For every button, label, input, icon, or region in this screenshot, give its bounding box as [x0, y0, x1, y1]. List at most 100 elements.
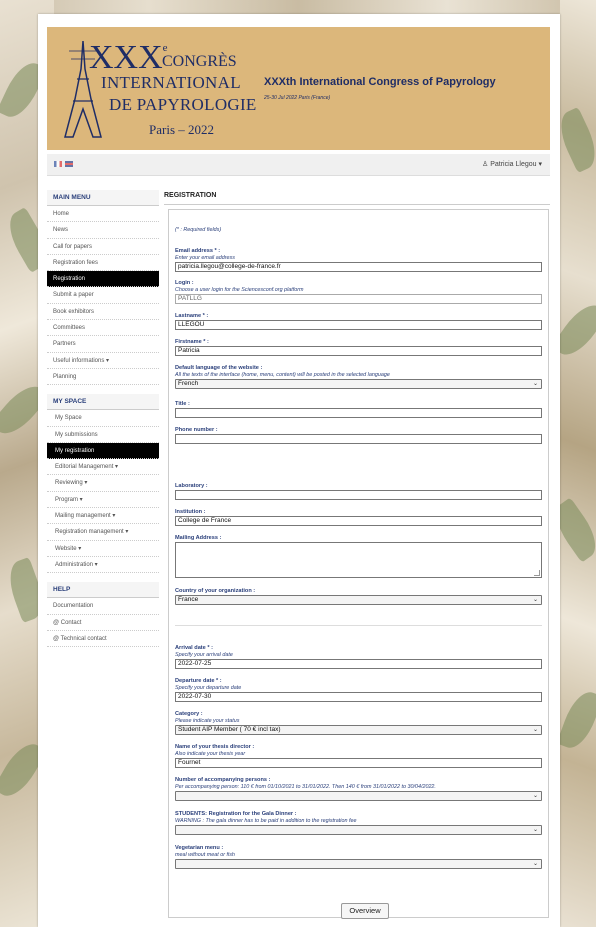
sidebar-item-book-exhibitors[interactable]: Book exhibitors — [47, 304, 159, 321]
sidebar-item-my-submissions[interactable]: My submissions — [47, 427, 159, 443]
chevron-down-icon: ⌄ — [532, 726, 538, 733]
congress-title[interactable]: XXXth International Congress of Papyrolo… — [264, 76, 496, 88]
sidebar-item-partners[interactable]: Partners — [47, 336, 159, 353]
accompanying-label: Number of accompanying persons : — [175, 777, 271, 783]
country-group: Country of your organization : France ⌄ — [175, 588, 542, 605]
vegetarian-label: Vegetarian menu : — [175, 845, 224, 851]
category-value: Student AIP Member ( 70 € incl tax) — [178, 725, 281, 733]
congress-dates: 25-30 Jul 2022 Paris (France) — [264, 95, 331, 101]
country-select[interactable]: France ⌄ — [175, 595, 542, 605]
language-hint: All the texts of the interface (home, me… — [175, 372, 390, 378]
title-field[interactable] — [175, 408, 542, 418]
phone-group: Phone number : — [175, 427, 542, 444]
language-value: French — [178, 379, 199, 387]
sidebar-item-program[interactable]: Program ▾ — [47, 492, 159, 509]
main-menu-list: Home News Call for papers Registration fees… — [47, 206, 159, 386]
uk-flag-icon[interactable] — [65, 161, 73, 167]
gala-label: STUDENTS: Registration for the Gala Dinn… — [175, 811, 297, 817]
vegetarian-select[interactable]: ⌄ — [175, 858, 542, 869]
laboratory-label: Laboratory : — [175, 483, 208, 489]
chevron-down-icon: ⌄ — [532, 792, 538, 799]
chevron-down-icon: ⌄ — [532, 597, 538, 603]
my-space-list: My Space My submissions My registration Edi… — [47, 410, 159, 574]
language-flags — [54, 161, 73, 167]
mailing-address-textarea[interactable] — [175, 542, 542, 578]
sidebar-item-committees[interactable]: Committees — [47, 320, 159, 337]
login-group: Login : Choose a user login for the Scie… — [175, 280, 542, 304]
chevron-down-icon: ⌄ — [532, 860, 538, 867]
required-note: (* : Required fields) — [175, 227, 222, 233]
overview-button[interactable]: Overview — [341, 903, 389, 919]
sidebar-item-useful-informations[interactable]: Useful informations ▾ — [47, 353, 159, 369]
institution-label: Institution : — [175, 509, 206, 515]
laboratory-group: Laboratory : — [175, 483, 542, 500]
french-flag-icon[interactable] — [54, 161, 62, 167]
user-menu[interactable]: ♙ Patricia Llegou ▾ — [482, 160, 542, 168]
accompanying-group: Number of accompanying persons : Per acc… — [175, 777, 542, 801]
accompanying-select[interactable]: ⌄ — [175, 790, 542, 801]
title-label: Title : — [175, 401, 190, 407]
sidebar-item-administration[interactable]: Administration ▾ — [47, 557, 159, 574]
sidebar-item-my-space[interactable]: My Space — [47, 410, 159, 427]
lastname-field[interactable]: LLEGOU — [175, 320, 542, 330]
sidebar-item-contact[interactable]: @ Contact — [47, 615, 159, 631]
laboratory-field[interactable] — [175, 490, 542, 500]
firstname-field[interactable]: Patricia — [175, 346, 542, 356]
sidebar-item-registration-management[interactable]: Registration management ▾ — [47, 524, 159, 541]
right-fresco-background — [560, 0, 596, 927]
category-select[interactable]: Student AIP Member ( 70 € incl tax) ⌄ — [175, 724, 542, 735]
login-field[interactable]: PATLLG — [175, 293, 542, 304]
title-group: Title : — [175, 401, 542, 418]
category-label: Category : — [175, 711, 203, 717]
mailing-label: Mailing Address : — [175, 535, 222, 541]
accompanying-hint: Per accompanying person: 110 € from 01/1… — [175, 784, 436, 790]
sidebar-item-my-registration[interactable]: My registration — [47, 442, 159, 460]
arrival-date-field[interactable]: 2022-07-25 — [175, 658, 542, 669]
user-bar: ♙ Patricia Llegou ▾ — [47, 154, 550, 176]
logo-xxx: XXX — [89, 39, 163, 76]
sidebar-item-call-for-papers[interactable]: Call for papers — [47, 239, 159, 255]
logo-papyrologie: DE PAPYROLOGIE — [109, 95, 257, 114]
gala-dinner-select[interactable]: ⌄ — [175, 824, 542, 835]
user-name: Patricia Llegou — [490, 161, 537, 168]
sidebar: MAIN MENU Home News Call for papers Registr… — [47, 190, 159, 648]
sidebar-item-mailing-management[interactable]: Mailing management ▾ — [47, 508, 159, 525]
sidebar-item-news[interactable]: News — [47, 222, 159, 239]
category-hint: Please indicate your status — [175, 718, 240, 724]
phone-field[interactable] — [175, 434, 542, 444]
sidebar-item-registration-fees[interactable]: Registration fees — [47, 255, 159, 272]
top-background-strip — [0, 0, 596, 14]
thesis-director-field[interactable]: Fournet — [175, 757, 542, 768]
sidebar-item-editorial-management[interactable]: Editorial Management ▾ — [47, 459, 159, 476]
email-group: Email address * : Enter your email addre… — [175, 248, 542, 272]
email-field[interactable]: patricia.llegou@college-de-france.fr — [175, 261, 542, 272]
sidebar-item-planning[interactable]: Planning — [47, 369, 159, 386]
header-banner: XXXe CONGRÈS INTERNATIONAL DE PAPYROLOGI… — [47, 27, 550, 150]
help-title: HELP — [47, 582, 159, 599]
departure-label: Departure date * : — [175, 678, 222, 684]
resize-handle-icon[interactable] — [534, 570, 540, 576]
institution-group: Institution : College de France — [175, 509, 542, 526]
country-value: France — [178, 596, 199, 603]
firstname-group: Firstname * : Patricia — [175, 339, 542, 356]
congress-logo[interactable]: XXXe CONGRÈS INTERNATIONAL DE PAPYROLOGI… — [59, 39, 259, 147]
sidebar-item-registration[interactable]: Registration — [47, 271, 159, 288]
lastname-group: Lastname * : LLEGOU — [175, 313, 542, 330]
sidebar-item-website[interactable]: Website ▾ — [47, 541, 159, 557]
category-group: Category : Please indicate your status S… — [175, 711, 542, 735]
gala-hint: WARNING : The gala dinner has to be paid… — [175, 818, 357, 824]
thesis-label: Name of your thesis director : — [175, 744, 255, 750]
gala-group: STUDENTS: Registration for the Gala Dinn… — [175, 811, 542, 835]
arrival-label: Arrival date * : — [175, 645, 213, 651]
vegetarian-group: Vegetarian menu : meal without meat or f… — [175, 845, 542, 869]
language-select[interactable]: French ⌄ — [175, 378, 542, 389]
sidebar-item-reviewing[interactable]: Reviewing ▾ — [47, 475, 159, 492]
sidebar-item-home[interactable]: Home — [47, 206, 159, 223]
sidebar-item-technical-contact[interactable]: @ Technical contact — [47, 631, 159, 648]
institution-field[interactable]: College de France — [175, 516, 542, 526]
sidebar-item-documentation[interactable]: Documentation — [47, 598, 159, 615]
departure-date-field[interactable]: 2022-07-30 — [175, 691, 542, 702]
chevron-down-icon: ⌄ — [532, 826, 538, 833]
registration-form: (* : Required fields) Email address * : … — [168, 209, 549, 919]
sidebar-item-submit-a-paper[interactable]: Submit a paper — [47, 287, 159, 304]
